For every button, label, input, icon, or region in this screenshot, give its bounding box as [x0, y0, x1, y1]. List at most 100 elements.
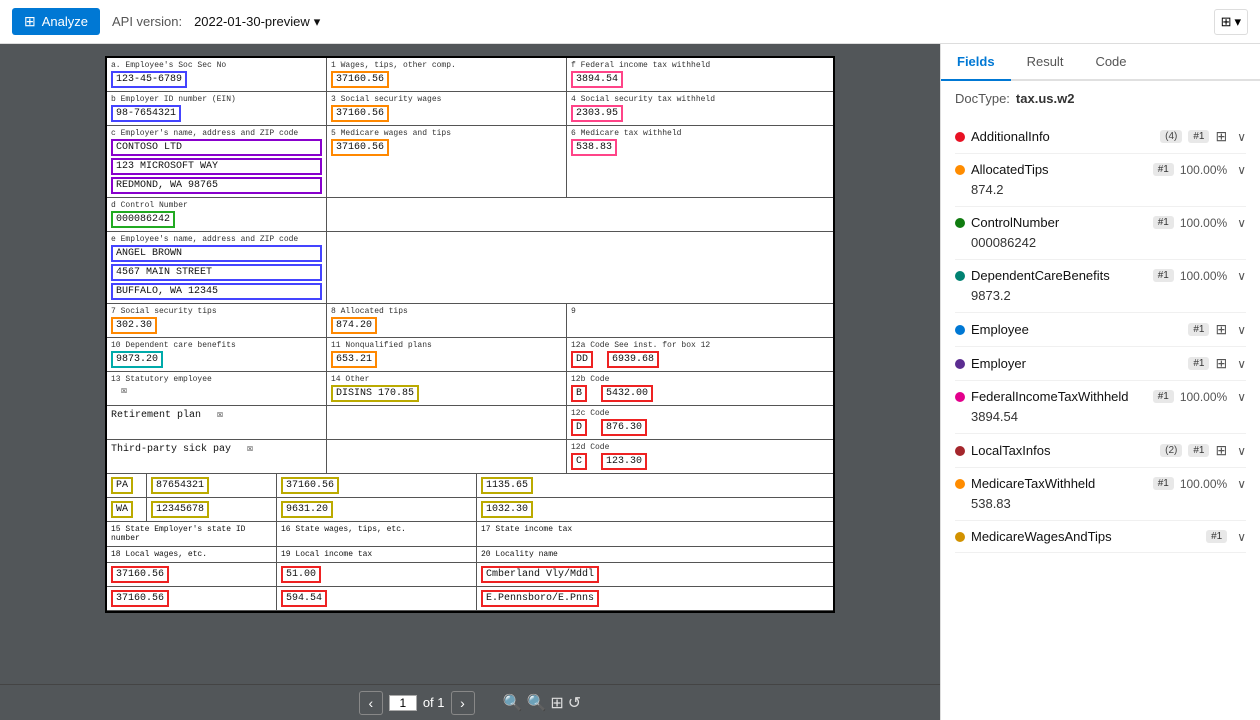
next-page-button[interactable]: › [451, 691, 475, 715]
local-tax2-value: 594.54 [281, 590, 327, 607]
layers-icon: ⊞ [1221, 14, 1232, 30]
local-wages-label: 18 Local wages, etc. [107, 547, 277, 562]
wages-cell: 1 Wages, tips, other comp. 37160.56 [327, 58, 567, 91]
tab-code[interactable]: Code [1079, 44, 1142, 81]
state-tax2-value: 1032.30 [481, 501, 533, 518]
right-panel: Fields Result Code DocType: tax.us.w2 Ad… [940, 44, 1260, 720]
state-id2-value: 12345678 [151, 501, 209, 518]
state-wages1-cell: 37160.56 [277, 474, 477, 497]
field-chevron-icon[interactable]: ∨ [1237, 530, 1246, 544]
field-header-federalincometaxwithheld[interactable]: FederalIncomeTaxWithheld#1100.00%∨ [955, 387, 1246, 406]
field-name-label: Employee [971, 322, 1182, 337]
page-number-input[interactable] [389, 695, 417, 711]
field-item-employer: Employer#1⊞∨ [955, 347, 1246, 381]
field-chevron-icon[interactable]: ∨ [1237, 269, 1246, 283]
document-viewer: a. Employee's Soc Sec No 123-45-6789 1 W… [0, 44, 940, 720]
w2-row-4: d Control Number 000086242 [107, 198, 833, 232]
field-instance-tag: #1 [1188, 444, 1209, 457]
tab-result[interactable]: Result [1011, 44, 1080, 81]
w2-row-5: e Employee's name, address and ZIP code … [107, 232, 833, 304]
box12c-val: 876.30 [601, 419, 647, 436]
prev-page-button[interactable]: ‹ [359, 691, 383, 715]
field-badge: (2) [1160, 444, 1182, 457]
nonqual-value: 653.21 [331, 351, 377, 368]
fit-button[interactable]: ⊞ [550, 693, 563, 713]
field-header-allocatedtips[interactable]: AllocatedTips#1100.00%∨ [955, 160, 1246, 179]
zoom-in-button[interactable]: 🔍 [526, 693, 546, 713]
field-chevron-icon[interactable]: ∨ [1237, 444, 1246, 458]
api-version-selector[interactable]: 2022-01-30-preview ▾ [194, 14, 320, 30]
field-header-localtaxinfos[interactable]: LocalTaxInfos(2)#1⊞∨ [955, 440, 1246, 461]
control-number-value: 000086242 [111, 211, 175, 228]
empty-cell-4 [327, 198, 833, 231]
layers-chevron-icon: ▾ [1234, 14, 1241, 30]
field-header-employer[interactable]: Employer#1⊞∨ [955, 353, 1246, 374]
state-tax-label-cell: 17 State income tax [477, 522, 833, 546]
field-chevron-icon[interactable]: ∨ [1237, 130, 1246, 144]
field-badge: (4) [1160, 130, 1182, 143]
layers-button[interactable]: ⊞ ▾ [1214, 9, 1248, 35]
field-header-employee[interactable]: Employee#1⊞∨ [955, 319, 1246, 340]
w2-row-8b: Retirement plan ☒ 12c Code D 876.30 [107, 406, 833, 440]
box12a-code: DD [571, 351, 593, 368]
box12d-val: 123.30 [601, 453, 647, 470]
local-wages1-value: 37160.56 [111, 566, 169, 583]
field-table-icon[interactable]: ⊞ [1215, 128, 1227, 145]
field-confidence-value: 100.00% [1180, 216, 1227, 230]
statutory-cell: 13 Statutory employee ☒ [107, 372, 327, 405]
w2-row-8c: Third-party sick pay ☒ 12d Code C 123.30 [107, 440, 833, 474]
box9-cell: 9 [567, 304, 833, 337]
field-chevron-icon[interactable]: ∨ [1237, 323, 1246, 337]
topbar: ⊞ Analyze API version: 2022-01-30-previe… [0, 0, 1260, 44]
local-wages2-cell: 37160.56 [107, 587, 277, 610]
employee-addr2: BUFFALO, WA 12345 [111, 283, 322, 300]
api-version-value: 2022-01-30-preview [194, 14, 310, 29]
doctype-value: tax.us.w2 [1016, 91, 1075, 106]
tab-fields[interactable]: Fields [941, 44, 1011, 81]
analyze-button[interactable]: ⊞ Analyze [12, 8, 100, 35]
field-name-label: AllocatedTips [971, 162, 1147, 177]
doc-content-area[interactable]: a. Employee's Soc Sec No 123-45-6789 1 W… [0, 44, 940, 684]
field-confidence-value: 100.00% [1180, 477, 1227, 491]
field-header-dependentcarebenefits[interactable]: DependentCareBenefits#1100.00%∨ [955, 266, 1246, 285]
field-header-medicaretaxwithheld[interactable]: MedicareTaxWithheld#1100.00%∨ [955, 474, 1246, 493]
field-value-text: 3894.54 [955, 406, 1246, 427]
field-chevron-icon[interactable]: ∨ [1237, 357, 1246, 371]
local-tax2-cell: 594.54 [277, 587, 477, 610]
field-name-label: FederalIncomeTaxWithheld [971, 389, 1147, 404]
zoom-out-button[interactable]: 🔍 [503, 693, 523, 713]
state-tax2-cell: 1032.30 [477, 498, 833, 521]
field-header-additionalinfo[interactable]: AdditionalInfo(4)#1⊞∨ [955, 126, 1246, 147]
field-dot-medicaretaxwithheld [955, 479, 965, 489]
field-chevron-icon[interactable]: ∨ [1237, 477, 1246, 491]
rotate-button[interactable]: ↺ [568, 693, 581, 713]
field-dot-medicarewagesandtips [955, 532, 965, 542]
field-table-icon[interactable]: ⊞ [1215, 442, 1227, 459]
w2-row-1: a. Employee's Soc Sec No 123-45-6789 1 W… [107, 58, 833, 92]
state2-value: WA [111, 501, 133, 518]
state-wages2-cell: 9631.20 [277, 498, 477, 521]
field-chevron-icon[interactable]: ∨ [1237, 216, 1246, 230]
field-chevron-icon[interactable]: ∨ [1237, 163, 1246, 177]
employee-addr1: 4567 MAIN STREET [111, 264, 322, 281]
field-table-icon[interactable]: ⊞ [1215, 355, 1227, 372]
box12a-val: 6939.68 [607, 351, 659, 368]
ssn-cell: a. Employee's Soc Sec No 123-45-6789 [107, 58, 327, 91]
empty-cell-5 [327, 232, 833, 303]
field-item-localtaxinfos: LocalTaxInfos(2)#1⊞∨ [955, 434, 1246, 468]
field-instance-tag: #1 [1153, 163, 1174, 176]
state1-cell: PA [107, 474, 147, 497]
local-tax-label: 19 Local income tax [277, 547, 477, 562]
field-header-medicarewagesandtips[interactable]: MedicareWagesAndTips#1∨ [955, 527, 1246, 546]
field-chevron-icon[interactable]: ∨ [1237, 390, 1246, 404]
employee-name: ANGEL BROWN [111, 245, 322, 262]
api-version-label: API version: [112, 14, 182, 29]
dep-care-cell: 10 Dependent care benefits 9873.20 [107, 338, 327, 371]
field-header-controlnumber[interactable]: ControlNumber#1100.00%∨ [955, 213, 1246, 232]
medicare-tax-value: 538.83 [571, 139, 617, 156]
state-tax1-cell: 1135.65 [477, 474, 833, 497]
field-table-icon[interactable]: ⊞ [1215, 321, 1227, 338]
field-item-additionalinfo: AdditionalInfo(4)#1⊞∨ [955, 120, 1246, 154]
topbar-right: ⊞ ▾ [1214, 9, 1248, 35]
nonqual-cell: 11 Nonqualified plans 653.21 [327, 338, 567, 371]
